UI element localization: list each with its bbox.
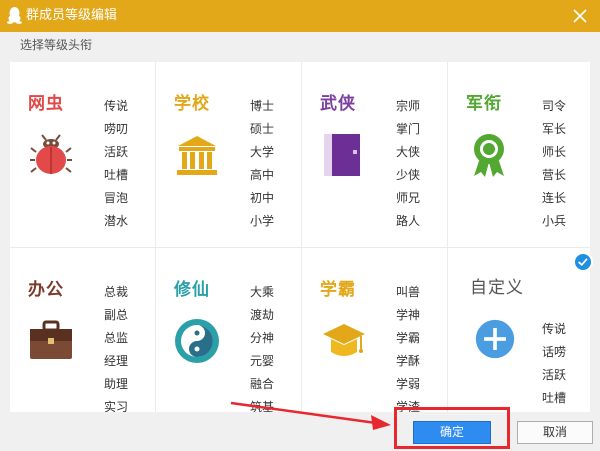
cancel-button[interactable]: 取消 [517,421,593,444]
rank-item: 分神 [250,331,275,345]
rank-item: 小学 [250,214,275,228]
selected-check-icon [573,252,593,272]
level-theme-grid: 网虫 传说 唠叨 活跃 吐槽 冒泡 潜水 学校 博士 硕士 大学 高中 初中 小… [10,62,590,412]
book-icon [324,134,360,176]
level-edit-dialog: 群成员等级编辑 选择等级头衔 网虫 传说 唠叨 活跃 吐槽 冒泡 潜水 学校 博… [0,0,600,451]
window-title: 群成员等级编辑 [26,8,118,23]
rank-item: 话唠 [542,345,567,359]
rank-item: 唠叨 [104,122,129,136]
rank-item: 传说 [104,99,129,113]
rank-item: 活跃 [542,368,567,382]
theme-name: 武侠 [320,94,356,114]
rank-item: 副总 [104,308,129,322]
qq-penguin-icon [7,7,22,24]
medal-icon [474,134,504,177]
theme-name: 网虫 [28,94,64,114]
rank-list: 司令 军长 师长 营长 连长 小兵 [542,95,582,233]
theme-name: 修仙 [174,280,210,300]
rank-item: 大学 [250,145,275,159]
theme-card-wuxia[interactable]: 武侠 宗师 掌门 大侠 少侠 师兄 路人 [302,62,448,248]
plus-circle-icon [475,319,515,359]
rank-list: 总裁 副总 总监 经理 助理 实习 [104,281,144,412]
rank-item: 学霸 [396,331,421,345]
yin-yang-icon [175,319,219,363]
theme-name: 学霸 [320,280,356,300]
rank-item: 师长 [542,145,567,159]
close-icon[interactable] [571,7,589,25]
rank-item: 大乘 [250,285,275,299]
rank-list: 博士 硕士 大学 高中 初中 小学 [250,95,290,233]
rank-item: 元婴 [250,354,275,368]
rank-item: 宗师 [396,99,421,113]
rank-item: 博士 [250,99,275,113]
rank-list: 宗师 掌门 大侠 少侠 师兄 路人 [396,95,436,233]
theme-name: 军衔 [466,94,502,114]
rank-item: 学酥 [396,354,421,368]
rank-item: 师兄 [396,191,421,205]
theme-card-cultivation[interactable]: 修仙 大乘 渡劫 分神 元婴 融合 筑基 [156,248,302,412]
graduation-cap-icon [323,324,365,356]
theme-card-office[interactable]: 办公 总裁 副总 总监 经理 助理 实习 [10,248,156,412]
rank-item: 融合 [250,377,275,391]
rank-list: 大乘 渡劫 分神 元婴 融合 筑基 [250,281,290,412]
rank-list: 传说 话唠 活跃 吐槽 [542,318,582,410]
rank-item: 掌门 [396,122,421,136]
rank-item: 冒泡 [104,191,129,205]
rank-item: 高中 [250,168,275,182]
rank-item: 实习 [104,400,129,412]
theme-card-wangchong[interactable]: 网虫 传说 唠叨 活跃 吐槽 冒泡 潜水 [10,62,156,248]
rank-item: 总裁 [104,285,129,299]
bug-icon [30,134,72,174]
annotation-highlight-box [394,407,510,449]
rank-item: 大侠 [396,145,421,159]
rank-item: 活跃 [104,145,129,159]
rank-item: 硕士 [250,122,275,136]
theme-card-school[interactable]: 学校 博士 硕士 大学 高中 初中 小学 [156,62,302,248]
rank-item: 吐槽 [104,168,129,182]
rank-item: 总监 [104,331,129,345]
rank-item: 叫兽 [396,285,421,299]
rank-item: 营长 [542,168,567,182]
rank-item: 经理 [104,354,129,368]
rank-item: 军长 [542,122,567,136]
theme-card-military[interactable]: 军衔 司令 军长 师长 营长 连长 小兵 [448,62,590,248]
rank-item: 少侠 [396,168,421,182]
rank-item: 学弱 [396,377,421,391]
dialog-footer [0,412,600,451]
rank-item: 学神 [396,308,421,322]
rank-item: 初中 [250,191,275,205]
rank-list: 传说 唠叨 活跃 吐槽 冒泡 潜水 [104,95,144,233]
theme-card-custom[interactable]: 自定义 传说 话唠 活跃 吐槽 [448,248,590,412]
rank-item: 路人 [396,214,421,228]
select-level-title-prompt: 选择等级头衔 [20,38,93,52]
school-building-icon [177,136,217,175]
theme-name: 自定义 [470,278,524,298]
briefcase-icon [30,320,72,359]
titlebar[interactable]: 群成员等级编辑 [0,0,600,32]
theme-name: 办公 [28,280,64,300]
rank-item: 吐槽 [542,391,567,405]
rank-item: 司令 [542,99,567,113]
theme-card-top-student[interactable]: 学霸 叫兽 学神 学霸 学酥 学弱 学渣 [302,248,448,412]
rank-item: 渡劫 [250,308,275,322]
rank-item: 传说 [542,322,567,336]
rank-item: 潜水 [104,214,129,228]
theme-name: 学校 [174,94,210,114]
rank-item: 连长 [542,191,567,205]
rank-list: 叫兽 学神 学霸 学酥 学弱 学渣 [396,281,436,412]
rank-item: 助理 [104,377,129,391]
rank-item: 筑基 [250,400,275,412]
rank-item: 小兵 [542,214,567,228]
